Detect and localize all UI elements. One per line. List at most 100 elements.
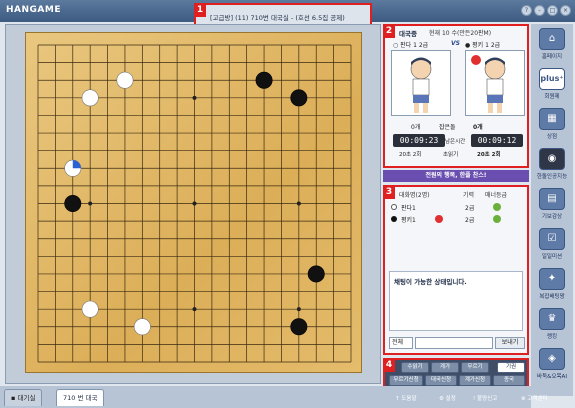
trophy-icon: ♛ <box>539 308 565 330</box>
badge-2: 2 <box>383 24 395 38</box>
remaining-label: 남은시간 <box>445 139 466 145</box>
byoyomi-black: 20초 2회 <box>477 152 501 158</box>
player-black-name: ● 평키 1 2급 <box>465 42 501 49</box>
resign-button[interactable]: 기권 <box>497 362 525 373</box>
avatar-black <box>465 50 525 116</box>
board-frame <box>5 24 381 384</box>
close-button[interactable]: × <box>560 5 571 16</box>
status-label: 대국중 <box>399 30 417 38</box>
minimize-button[interactable]: - <box>534 5 545 16</box>
byoyomi-white: 20초 2회 <box>399 152 422 158</box>
avatar-white-figure <box>410 57 432 113</box>
col-name: 대화명(2명) <box>399 192 430 199</box>
sidebar-item-records[interactable]: ▤ 기보감상 <box>533 188 571 232</box>
sidebar-item-home[interactable]: ⌂ 홈페이지 <box>533 28 571 72</box>
controls-box: 4 수읽기 계가 무르기 기권 무르기신청 대국신청 계가신청 종국 <box>383 358 529 388</box>
sidebar-item-bet[interactable]: ✦ 복잡배팅왕 <box>533 268 571 312</box>
tab-label: 710 번 대국 <box>63 394 98 402</box>
black-stone <box>290 318 308 336</box>
manner-icon <box>493 203 501 211</box>
request-game-button[interactable]: 대국신청 <box>425 375 457 386</box>
shop-icon: ▦ <box>539 108 565 130</box>
user-name: 평키1 <box>401 217 416 224</box>
sidebar-item-ai[interactable]: ◉ 한돌인공지능 <box>533 148 571 192</box>
sidebar-label: 상점 <box>546 134 558 140</box>
black-stone <box>290 89 308 107</box>
maximize-button[interactable]: □ <box>547 5 558 16</box>
black-stone-icon <box>391 216 397 222</box>
settings-link[interactable]: ⚙ 설정 <box>439 394 456 402</box>
promo-banner[interactable]: 전원의 행복, 한플 찬스! <box>383 170 529 182</box>
byoyomi-label: 초읽기 <box>443 152 459 158</box>
report-link[interactable]: ! 불량신고 <box>473 394 497 402</box>
white-stone-icon <box>391 204 397 210</box>
room-title: [고급방] (11) 710번 대국실 - (호선 6.5집 공제) <box>210 14 345 22</box>
game-info-box: 2 대국중 현재 10 수(만든20판M) ○ 판다 1 2급 VS ● 평키 … <box>383 24 529 168</box>
plus-icon: plus⁺ <box>539 68 565 90</box>
white-stone <box>133 318 151 336</box>
captures-black: 0개 <box>473 124 483 131</box>
sidebar-item-membership[interactable]: plus⁺ 회원제 <box>533 68 571 112</box>
status-bar: ↑ 도움말 ⚙ 설정 ! 불량신고 ⊗ 고객센터 <box>381 391 575 406</box>
sidebar-label: 바둑&오목AI <box>537 374 567 380</box>
users-chat-box: 3 대화명(2명) 기력 매너등급 판다1 2급 평키1 2급 채팅이 가능한 … <box>383 185 529 355</box>
user-row-1[interactable]: 판다1 2급 <box>389 203 523 213</box>
star-point <box>192 201 197 206</box>
request-count-button[interactable]: 계가신청 <box>459 375 491 386</box>
vs-label: VS <box>451 40 460 47</box>
sidebar-label: 회원제 <box>544 94 560 100</box>
white-stone <box>81 300 99 318</box>
sidebar-label: 복잡배팅왕 <box>539 294 565 300</box>
badge-1: 1 <box>194 3 206 17</box>
black-stone <box>307 265 325 283</box>
undo-button[interactable]: 무르기 <box>461 362 489 373</box>
chat-message: 채팅이 가능한 상태입니다. <box>394 278 467 286</box>
sidebar-item-ranking[interactable]: ♛ 랭킹 <box>533 308 571 352</box>
col-manner: 매너등급 <box>485 192 508 199</box>
go-board[interactable] <box>25 32 362 373</box>
tab-waiting-room[interactable]: ▪ 대기실 <box>4 389 43 406</box>
reading-button[interactable]: 수읽기 <box>401 362 429 373</box>
sidebar-label: 기보감상 <box>541 214 563 220</box>
star-point <box>88 201 93 206</box>
captures-label: 잡은돌 <box>439 124 456 131</box>
move-info: 현재 10 수(만든20판M) <box>429 30 492 37</box>
chat-area[interactable]: 채팅이 가능한 상태입니다. <box>389 271 523 331</box>
bet-icon: ✦ <box>539 268 565 290</box>
sidebar-label: 한돌인공지능 <box>536 174 568 180</box>
white-stone <box>116 71 134 89</box>
counting-button[interactable]: 계가 <box>431 362 459 373</box>
send-button[interactable]: 보내기 <box>495 337 525 349</box>
tab-game-710[interactable]: 710 번 대국 <box>56 389 105 406</box>
sidebar-item-go-ai[interactable]: ◈ 바둑&오목AI <box>533 348 571 392</box>
help-link[interactable]: ↑ 도움말 <box>395 394 417 402</box>
manner-icon <box>493 215 501 223</box>
star-point <box>296 201 301 206</box>
chat-input[interactable] <box>415 337 493 349</box>
sidebar-item-mission[interactable]: ☑ 일일미션 <box>533 228 571 272</box>
sidebar-item-shop[interactable]: ▦ 상점 <box>533 108 571 152</box>
mission-icon: ☑ <box>539 228 565 250</box>
sidebar: ⌂ 홈페이지 plus⁺ 회원제 ▦ 상점 ◉ 한돌인공지능 ▤ 기보감상 ☑ 일일미션 ✦… <box>531 24 573 396</box>
avatar-white <box>391 50 451 116</box>
avatar-black-figure <box>471 55 506 113</box>
robot-icon: ◉ <box>539 148 565 170</box>
window-buttons: ? - □ × <box>521 5 571 16</box>
timer-white: 00:09:23 <box>393 134 445 147</box>
support-link[interactable]: ⊗ 고객센터 <box>521 394 548 402</box>
sidebar-label: 홈페이지 <box>541 54 563 60</box>
end-game-button[interactable]: 종국 <box>493 375 525 386</box>
captures-white: 0개 <box>411 124 421 131</box>
board-grid[interactable] <box>26 33 363 374</box>
ai-icon: ◈ <box>539 348 565 370</box>
user-rank: 2급 <box>465 217 475 224</box>
record-icon: ▤ <box>539 188 565 210</box>
user-row-2[interactable]: 평키1 2급 <box>389 215 523 225</box>
black-stone <box>255 71 273 89</box>
badge-3: 3 <box>383 185 395 199</box>
tab-label: 대기실 <box>17 394 36 402</box>
chat-mode-select[interactable]: 전체 <box>389 337 413 349</box>
help-button[interactable]: ? <box>521 5 532 16</box>
request-undo-button[interactable]: 무르기신청 <box>389 375 423 386</box>
player-white-name: ○ 판다 1 2급 <box>393 42 429 49</box>
